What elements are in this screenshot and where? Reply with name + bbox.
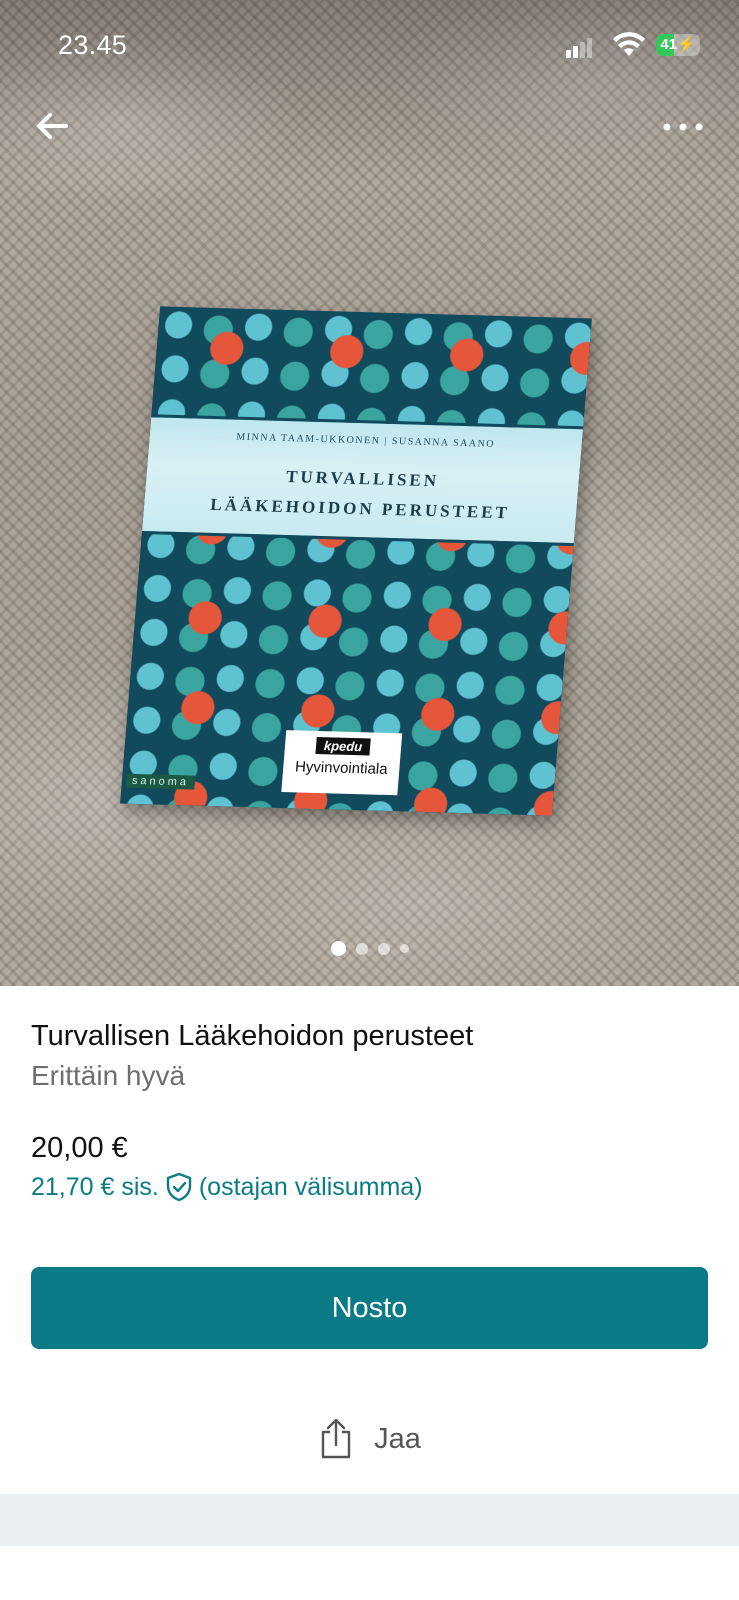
listing-photo[interactable]: MINNA TAAM-UKKONEN | SUSANNA SAANO TURVA… xyxy=(0,0,739,986)
sticker-text: Hyvinvointiala xyxy=(294,758,389,778)
buyer-price: 21,70 € sis. xyxy=(31,1173,159,1201)
pager-dot-1[interactable] xyxy=(330,941,346,957)
status-time: 23.45 xyxy=(58,30,128,60)
battery-percent: 41⚡ xyxy=(660,36,696,53)
wifi-icon xyxy=(613,32,645,56)
share-icon xyxy=(321,1418,351,1459)
listing-price: 20,00 € xyxy=(31,1132,128,1164)
shield-check-icon[interactable] xyxy=(165,1172,193,1202)
book-sticker: kpedu Hyvinvointiala xyxy=(281,730,403,796)
buyer-note: (ostajan välisumma) xyxy=(198,1173,423,1201)
arrow-left-icon[interactable] xyxy=(30,104,74,148)
pager-dot-3[interactable] xyxy=(377,942,390,955)
buy-button[interactable]: Nosto xyxy=(31,1267,708,1349)
listing-details: Turvallisen Lääkehoidon perusteet Erittä… xyxy=(31,1018,711,1204)
pager-dot-4[interactable] xyxy=(399,944,409,954)
status-bar: 23.45 41⚡ xyxy=(0,0,739,96)
photo-pager[interactable] xyxy=(0,940,739,958)
listing-condition: Erittäin hyvä xyxy=(31,1060,186,1091)
share-label: Jaa xyxy=(374,1422,421,1455)
more-horizontal-icon[interactable] xyxy=(660,112,706,142)
buyer-protection-price[interactable]: 21,70 € sis. (ostajan välisumma) xyxy=(31,1170,711,1204)
listing-title: Turvallisen Lääkehoidon perusteet xyxy=(31,1020,474,1052)
battery-icon: 41⚡ xyxy=(656,34,700,56)
book-authors: MINNA TAAM-UKKONEN | SUSANNA SAANO xyxy=(235,431,496,450)
cellular-signal-icon xyxy=(566,38,592,58)
share-button[interactable]: Jaa xyxy=(0,1407,739,1471)
section-divider xyxy=(0,1494,739,1546)
sticker-logo: kpedu xyxy=(315,736,371,756)
book-image: MINNA TAAM-UKKONEN | SUSANNA SAANO TURVA… xyxy=(120,306,592,816)
pager-dot-2[interactable] xyxy=(355,942,368,955)
publisher-logo: sanoma xyxy=(125,773,196,790)
book-cover-title: TURVALLISEN LÄÄKEHOIDON PERUSTEET xyxy=(143,458,580,530)
book-title-band: MINNA TAAM-UKKONEN | SUSANNA SAANO TURVA… xyxy=(141,414,584,547)
